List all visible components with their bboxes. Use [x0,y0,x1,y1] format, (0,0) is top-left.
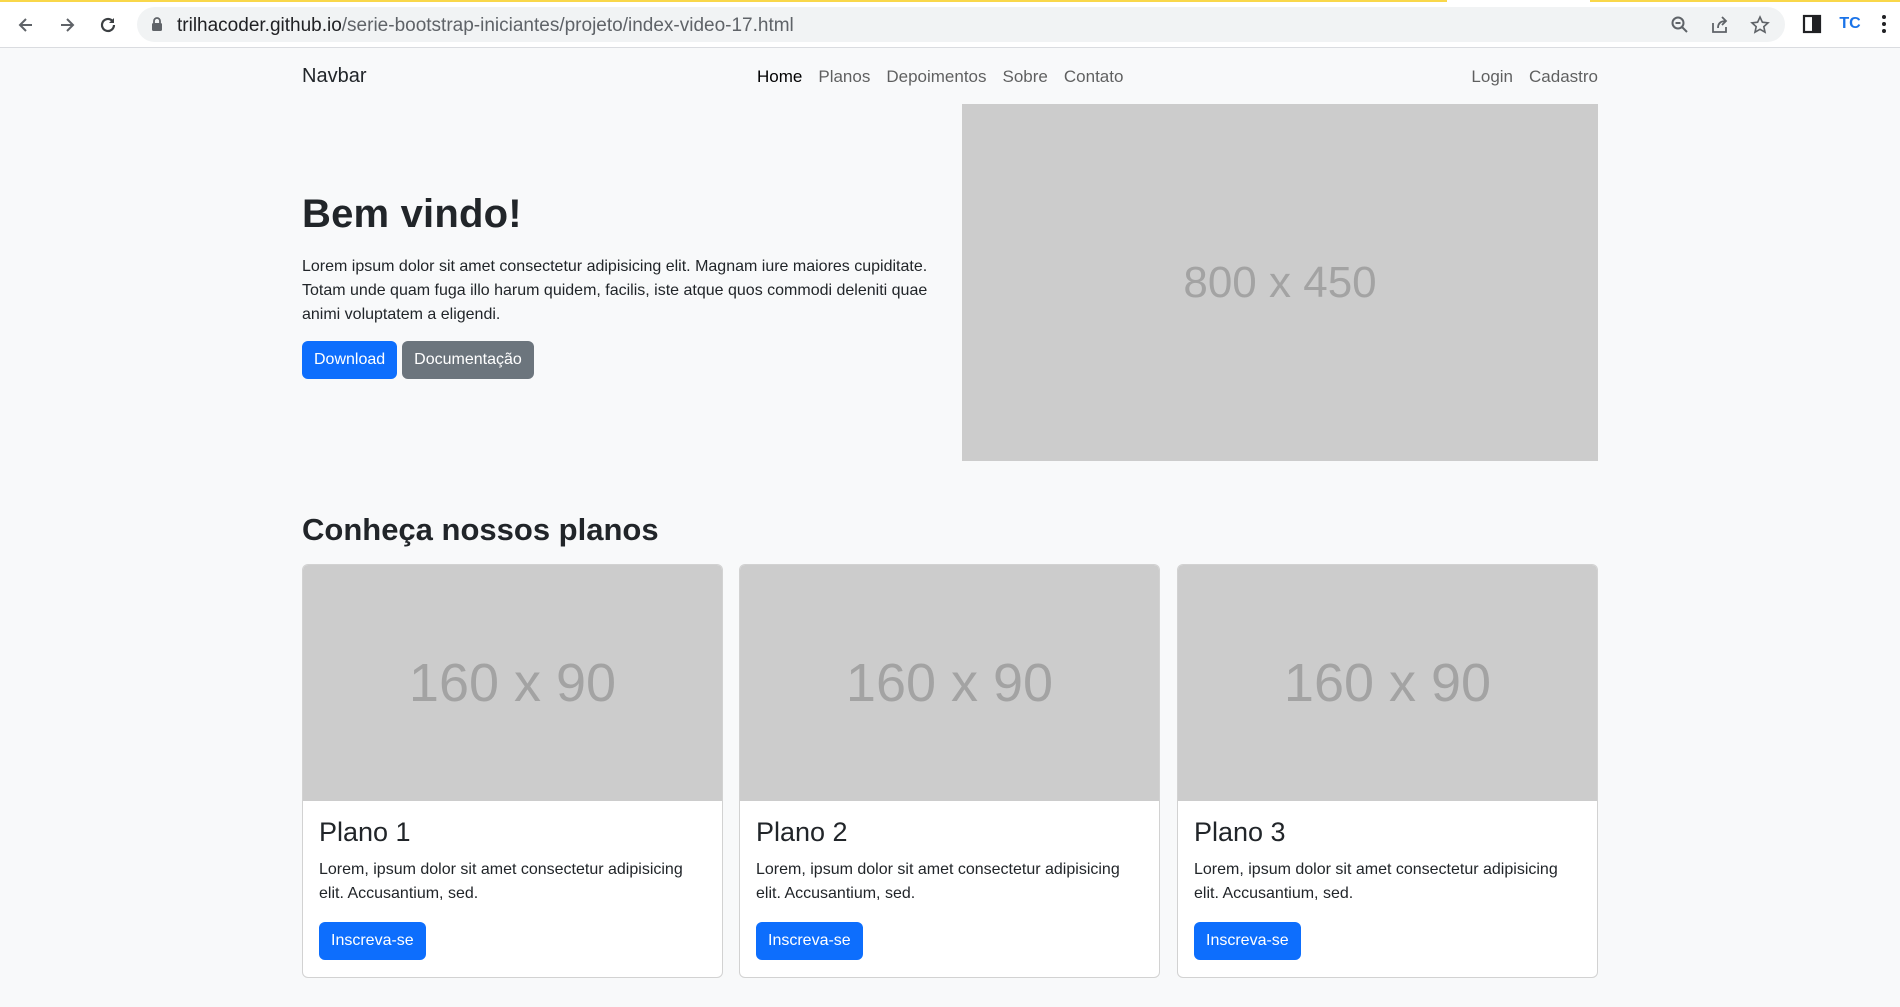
nav-links: Home Planos Depoimentos Sobre Contato [749,67,1131,87]
download-button[interactable]: Download [302,341,398,379]
hero-lead: Lorem ipsum dolor sit amet consectetur a… [302,258,928,323]
plan-title: Plano 2 [756,817,848,847]
plan-card-body: Plano 2 Lorem, ipsum dolor sit amet cons… [740,801,1159,976]
hero-image-placeholder: 800 x 450 [962,104,1598,461]
loading-bar-segment [1590,0,1900,2]
plans-cards: 160 x 90 Plano 1 Lorem, ipsum dolor sit … [302,564,1598,978]
plan-card: 160 x 90 Plano 2 Lorem, ipsum dolor sit … [739,564,1160,978]
subscribe-button[interactable]: Inscreva-se [319,922,426,960]
more-vertical-icon[interactable] [1872,12,1896,36]
nav-link-home[interactable]: Home [749,67,810,87]
plan-image-label: 160 x 90 [845,653,1054,713]
address-bar[interactable]: trilhacoder.github.io/serie-bootstrap-in… [137,7,1785,42]
browser-toolbar: trilhacoder.github.io/serie-bootstrap-in… [0,0,1900,48]
plan-text: Lorem, ipsum dolor sit amet consectetur … [756,861,1120,902]
plan-card: 160 x 90 Plano 1 Lorem, ipsum dolor sit … [302,564,723,978]
url-path: /serie-bootstrap-iniciantes/projeto/inde… [341,15,794,36]
subscribe-button[interactable]: Inscreva-se [1194,922,1301,960]
nav-link-contato[interactable]: Contato [1056,67,1132,87]
page: Navbar Home Planos Depoimentos Sobre Con… [0,49,1900,1007]
extension-label: TC [1839,15,1861,32]
documentation-button[interactable]: Documentação [402,341,534,379]
lock-icon [152,17,162,31]
plan-card-body: Plano 1 Lorem, ipsum dolor sit amet cons… [303,801,722,976]
plan-card: 160 x 90 Plano 3 Lorem, ipsum dolor sit … [1177,564,1598,978]
navbar-brand[interactable]: Navbar [302,65,366,88]
plan-image-placeholder: 160 x 90 [303,565,722,801]
loading-bar [0,0,1447,2]
share-icon[interactable] [1708,13,1732,37]
plan-image-label: 160 x 90 [408,653,617,713]
url-host: trilhacoder.github.io [177,15,342,36]
plan-image-placeholder: 160 x 90 [740,565,1159,801]
star-icon[interactable] [1748,13,1772,37]
extension-icon[interactable]: TC [1838,12,1862,36]
plan-image-label: 160 x 90 [1283,653,1492,713]
plans-title: Conheça nossos planos [302,512,659,547]
login-link[interactable]: Login [1463,67,1521,87]
auth-links: Login Cadastro [1463,67,1606,87]
arrow-left-icon[interactable] [10,9,42,41]
hero-image-label: 800 x 450 [1183,257,1377,307]
reload-icon[interactable] [92,9,124,41]
nav-link-depoimentos[interactable]: Depoimentos [878,67,994,87]
url-text[interactable]: trilhacoder.github.io/serie-bootstrap-in… [177,15,794,37]
plan-title: Plano 3 [1194,817,1286,847]
nav-link-sobre[interactable]: Sobre [995,67,1056,87]
hero-title: Bem vindo! [302,192,522,236]
subscribe-button[interactable]: Inscreva-se [756,922,863,960]
hero-buttons: Download Documentação [302,341,942,379]
navbar: Navbar Home Planos Depoimentos Sobre Con… [302,49,1598,104]
plan-text: Lorem, ipsum dolor sit amet consectetur … [319,861,683,902]
plan-text: Lorem, ipsum dolor sit amet consectetur … [1194,861,1558,902]
plan-image-placeholder: 160 x 90 [1178,565,1597,801]
zoom-icon[interactable] [1668,13,1692,37]
plan-title: Plano 1 [319,817,411,847]
cadastro-link[interactable]: Cadastro [1521,67,1606,87]
side-panel-icon[interactable] [1800,12,1824,36]
hero-text: Bem vindo! Lorem ipsum dolor sit amet co… [302,192,942,379]
plan-card-body: Plano 3 Lorem, ipsum dolor sit amet cons… [1178,801,1597,976]
arrow-right-icon[interactable] [51,9,83,41]
nav-link-planos[interactable]: Planos [810,67,878,87]
